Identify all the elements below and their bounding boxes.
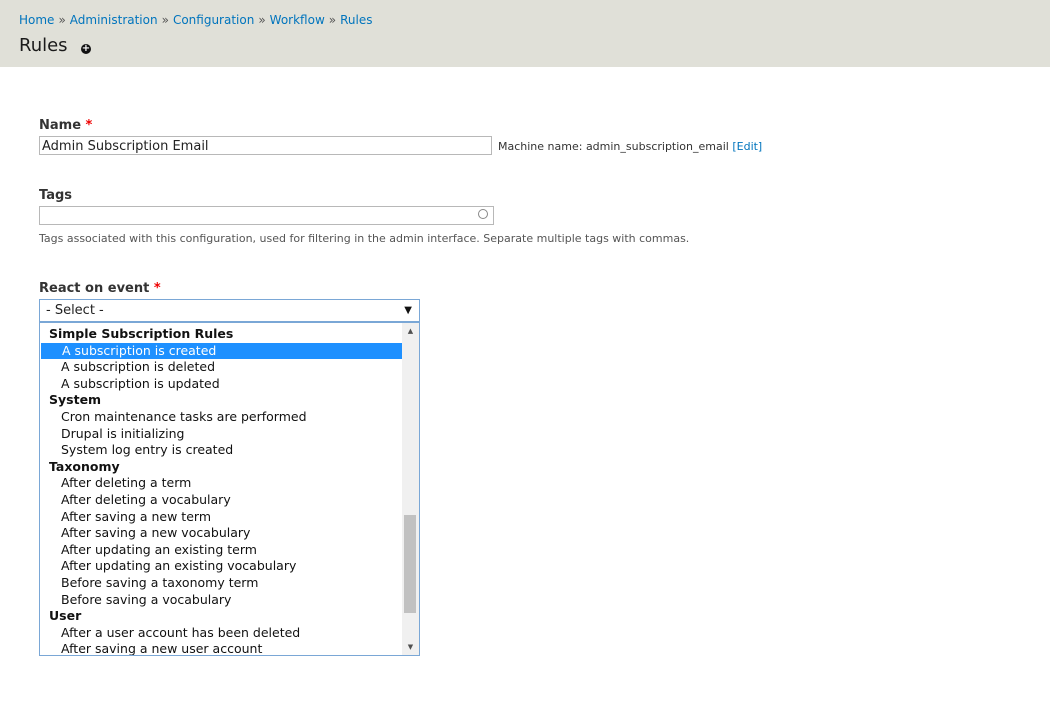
breadcrumb-configuration[interactable]: Configuration <box>173 13 254 27</box>
select-option[interactable]: After updating an existing vocabulary <box>40 558 403 575</box>
name-input[interactable]: Admin Subscription Email <box>39 136 492 155</box>
required-marker: * <box>85 118 93 133</box>
select-option[interactable]: A subscription is deleted <box>40 359 403 376</box>
breadcrumb-home[interactable]: Home <box>19 13 54 27</box>
select-option[interactable]: After saving a new term <box>40 509 403 526</box>
scrollbar-thumb[interactable] <box>404 515 416 613</box>
page-header: Home» Administration» Configuration» Workfl… <box>0 0 1050 67</box>
name-label: Name * <box>39 118 92 133</box>
event-label-text: React on event <box>39 281 150 296</box>
event-select[interactable]: - Select - ▼ <box>39 299 420 322</box>
select-option[interactable]: After deleting a term <box>40 475 403 492</box>
select-option[interactable]: After updating an existing term <box>40 542 403 559</box>
event-select-value: - Select - <box>46 303 104 318</box>
select-option[interactable]: A subscription is created <box>41 342 403 360</box>
machine-name-text: Machine name: admin_subscription_email <box>498 140 729 153</box>
machine-name-edit-link[interactable]: [Edit] <box>732 140 762 153</box>
name-label-text: Name <box>39 118 82 133</box>
breadcrumb-separator: » <box>258 13 266 27</box>
option-group-label: Simple Subscription Rules <box>49 326 234 341</box>
option-group-label: System <box>49 392 102 408</box>
breadcrumb-rules[interactable]: Rules <box>340 13 372 27</box>
tags-description: Tags associated with this configuration,… <box>39 232 690 245</box>
select-option[interactable]: After saving a new vocabulary <box>40 525 403 542</box>
add-circle-icon[interactable]: + <box>81 44 91 54</box>
event-options: Simple Subscription Rules A subscription … <box>40 326 403 655</box>
page-title: Rules <box>19 35 68 56</box>
breadcrumb-separator: » <box>58 13 66 27</box>
option-group-label: Taxonomy <box>49 458 120 474</box>
select-option[interactable]: A subscription is updated <box>40 376 403 393</box>
select-option[interactable]: Before saving a vocabulary <box>40 592 403 609</box>
breadcrumb: Home» Administration» Configuration» Workfl… <box>19 13 373 27</box>
dropdown-arrow-icon: ▼ <box>404 305 412 316</box>
scrollbar[interactable]: ▲ ▼ <box>402 323 419 655</box>
select-option[interactable]: System log entry is created <box>40 442 403 459</box>
event-dropdown-list[interactable]: Simple Subscription Rules A subscription … <box>39 322 420 656</box>
breadcrumb-separator: » <box>161 13 169 27</box>
breadcrumb-separator: » <box>328 13 337 27</box>
option-group-label: User <box>49 608 82 624</box>
breadcrumb-workflow[interactable]: Workflow <box>270 13 325 27</box>
select-option[interactable]: After saving a new user account <box>40 641 403 655</box>
tags-input[interactable] <box>39 206 494 225</box>
breadcrumb-administration[interactable]: Administration <box>70 13 158 27</box>
scroll-down-icon[interactable]: ▼ <box>402 640 419 654</box>
autocomplete-throbber-icon <box>478 209 488 219</box>
machine-name: Machine name: admin_subscription_email [… <box>498 140 762 153</box>
required-marker: * <box>153 281 161 296</box>
event-label: React on event * <box>39 281 161 296</box>
select-option[interactable]: After a user account has been deleted <box>40 625 403 642</box>
select-option[interactable]: Drupal is initializing <box>40 426 403 443</box>
select-option[interactable]: Before saving a taxonomy term <box>40 575 403 592</box>
scroll-up-icon[interactable]: ▲ <box>402 324 419 338</box>
select-option[interactable]: Cron maintenance tasks are performed <box>40 409 403 426</box>
tags-label: Tags <box>39 188 73 203</box>
select-option[interactable]: After deleting a vocabulary <box>40 492 403 509</box>
